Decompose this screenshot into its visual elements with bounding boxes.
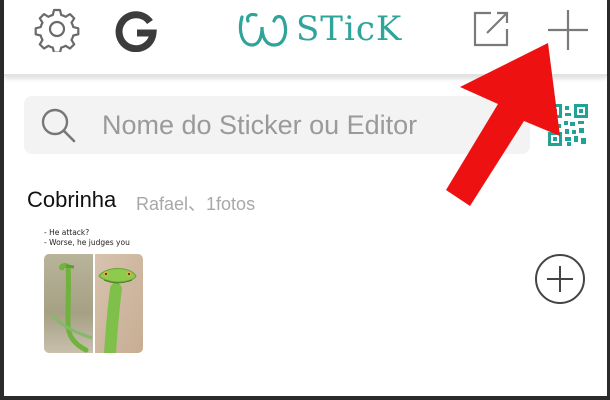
settings-button[interactable] — [32, 4, 82, 54]
search-bar[interactable] — [24, 96, 530, 154]
qr-code-icon — [548, 104, 588, 146]
sticker-image — [44, 254, 143, 353]
share-button[interactable] — [466, 4, 516, 54]
search-input[interactable] — [100, 108, 484, 142]
snake-photo — [44, 254, 143, 353]
sticker-caption-line: - Worse, he judges you — [44, 238, 130, 247]
qr-scan-button[interactable] — [548, 104, 588, 146]
add-circle-icon — [535, 254, 585, 304]
sticker-caption-line: - He attack? — [44, 228, 90, 237]
search-icon — [41, 108, 76, 143]
brand-script-letter — [238, 12, 288, 47]
share-icon — [473, 11, 509, 47]
sticker-thumbnail[interactable]: - He attack? - Worse, he judges you — [40, 226, 148, 354]
app-logo: STicK — [236, 4, 402, 54]
google-g-icon — [115, 11, 157, 52]
gear-icon — [34, 8, 80, 52]
add-pack-button[interactable] — [534, 253, 586, 305]
sticker-caption: - He attack? - Worse, he judges you — [44, 228, 130, 248]
add-button[interactable] — [542, 4, 594, 56]
plus-icon — [548, 10, 588, 50]
pack-title[interactable]: Cobrinha — [27, 187, 116, 213]
app-header: STicK — [4, 0, 607, 76]
brand-name: STicK — [296, 9, 403, 49]
google-button[interactable] — [112, 6, 160, 54]
pack-meta: Rafael、1fotos — [136, 194, 256, 214]
